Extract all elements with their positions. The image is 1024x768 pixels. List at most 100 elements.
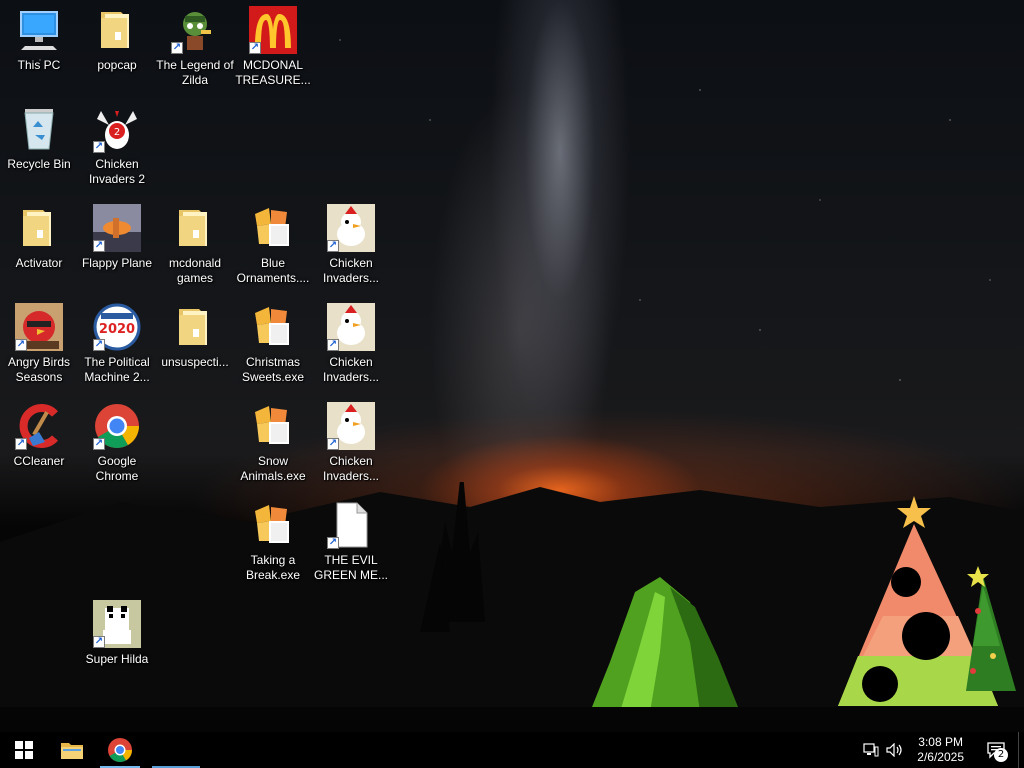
desktop-icon[interactable]: ↗ THE EVIL GREEN ME... (312, 501, 390, 583)
chicken-invaders-icon: ↗ (327, 204, 375, 252)
chrome-icon: ↗ (93, 402, 141, 450)
desktop-icon-label: Chicken Invaders... (322, 355, 380, 384)
shortcut-arrow-icon: ↗ (327, 438, 339, 450)
recycle-bin-icon (15, 105, 63, 153)
taskbar-file-explorer[interactable] (48, 732, 96, 768)
desktop-icon[interactable]: Christmas Sweets.exe (234, 303, 312, 385)
desktop-icon-label: unsuspecti... (161, 355, 229, 369)
shortcut-arrow-icon: ↗ (93, 339, 105, 351)
desktop-icon-label: Snow Animals.exe (240, 454, 306, 483)
desktop-icon-label: mcdonald games (168, 256, 222, 285)
gift-exe-icon (249, 303, 297, 351)
desktop-icon[interactable]: Recycle Bin (0, 105, 78, 172)
desktop-icon-label: Chicken Invaders 2 (88, 157, 146, 186)
chrome-icon (108, 738, 132, 763)
network-icon[interactable] (859, 732, 883, 768)
shortcut-arrow-icon: ↗ (93, 240, 105, 252)
gift-exe-icon (249, 402, 297, 450)
desktop-icon[interactable]: popcap (78, 6, 156, 73)
super-hilda-icon: ↗ (93, 600, 141, 648)
desktop-icon-label: CCleaner (13, 454, 65, 468)
desktop-icon[interactable]: ↗ Chicken Invaders... (312, 303, 390, 385)
gift-exe-icon (249, 501, 297, 549)
desktop-icon-label: Super Hilda (85, 652, 149, 666)
chicken-invaders-2-icon: 2 ↗ (93, 105, 141, 153)
desktop-icon[interactable]: ↗ CCleaner (0, 402, 78, 469)
shortcut-arrow-icon: ↗ (327, 339, 339, 351)
shortcut-arrow-icon: ↗ (171, 42, 183, 54)
system-tray: 3:08 PM 2/6/2025 2 (859, 732, 1024, 768)
desktop-icon-label: The Legend of Zilda (156, 58, 234, 87)
shortcut-arrow-icon: ↗ (93, 141, 105, 153)
desktop-icon[interactable]: ↗ The Legend of Zilda (156, 6, 234, 88)
desktop-icon[interactable]: mcdonald games (156, 204, 234, 286)
desktop-icon[interactable]: Snow Animals.exe (234, 402, 312, 484)
shortcut-arrow-icon: ↗ (327, 537, 339, 549)
ccleaner-icon: ↗ (15, 402, 63, 450)
desktop-icon[interactable]: This PC (0, 6, 78, 73)
desktop-icon-label: popcap (97, 58, 137, 72)
chicken-invaders-icon: ↗ (327, 303, 375, 351)
blank-file-icon: ↗ (327, 501, 375, 549)
desktop-icon-label: THE EVIL GREEN ME... (313, 553, 388, 582)
desktop-icon-label: Activator (15, 256, 63, 270)
shortcut-arrow-icon: ↗ (93, 636, 105, 648)
desktop-icon-label: Blue Ornaments.... (236, 256, 310, 285)
desktop-icon[interactable]: 2 ↗ Chicken Invaders 2 (78, 105, 156, 187)
desktop-icon[interactable]: ↗ Super Hilda (78, 600, 156, 667)
desktop-icon[interactable]: ↗ Google Chrome (78, 402, 156, 484)
zilda-game-icon: ↗ (171, 6, 219, 54)
notification-count-badge: 2 (994, 748, 1008, 762)
desktop-icon[interactable]: Activator (0, 204, 78, 271)
desktop-icon-label: Christmas Sweets.exe (241, 355, 305, 384)
desktop-icon-label: Chicken Invaders... (322, 454, 380, 483)
show-desktop-button[interactable] (1018, 732, 1024, 768)
svg-text:2020: 2020 (99, 322, 135, 337)
start-button[interactable] (0, 732, 48, 768)
folder-icon (171, 204, 219, 252)
flappy-plane-icon: ↗ (93, 204, 141, 252)
chicken-invaders-icon: ↗ (327, 402, 375, 450)
mcdonalds-logo-icon: ↗ (249, 6, 297, 54)
desktop-icon-label: MCDONAL TREASURE... (235, 58, 311, 87)
desktop-icon[interactable]: ↗ Chicken Invaders... (312, 204, 390, 286)
shortcut-arrow-icon: ↗ (327, 240, 339, 252)
shortcut-arrow-icon: ↗ (15, 339, 27, 351)
shortcut-arrow-icon: ↗ (249, 42, 261, 54)
taskbar-clock[interactable]: 3:08 PM 2/6/2025 (907, 735, 974, 765)
christmas-tree-decoration (838, 496, 1016, 706)
desktop-icon-label: Taking a Break.exe (245, 553, 301, 582)
desktop-icon-label: Recycle Bin (7, 157, 71, 171)
shortcut-arrow-icon: ↗ (93, 438, 105, 450)
desktop-icon[interactable]: ↗ Chicken Invaders... (312, 402, 390, 484)
taskbar: 3:08 PM 2/6/2025 2 (0, 732, 1024, 768)
desktop-icon-label: The Political Machine 2... (84, 355, 150, 384)
desktop-icon-label: Google Chrome (95, 454, 139, 483)
desktop-icon[interactable]: Blue Ornaments.... (234, 204, 312, 286)
political-machine-icon: 2020 ↗ (93, 303, 141, 351)
desktop-icon[interactable]: ↗ MCDONAL TREASURE... (234, 6, 312, 88)
desktop-icon-label: Chicken Invaders... (322, 256, 380, 285)
svg-text:2: 2 (114, 127, 120, 138)
desktop-icon[interactable]: ↗ Angry Birds Seasons (0, 303, 78, 385)
shortcut-arrow-icon: ↗ (15, 438, 27, 450)
angry-birds-icon: ↗ (15, 303, 63, 351)
desktop-icon-label: This PC (17, 58, 61, 72)
folder-icon (171, 303, 219, 351)
folder-icon (93, 6, 141, 54)
folder-icon (61, 743, 83, 759)
desktop-icon[interactable]: unsuspecti... (156, 303, 234, 370)
desktop-icon-label: Angry Birds Seasons (7, 355, 71, 384)
taskbar-google-chrome[interactable] (96, 732, 144, 768)
gift-exe-icon (249, 204, 297, 252)
volume-icon[interactable] (883, 732, 907, 768)
desktop-icon[interactable]: ↗ Flappy Plane (78, 204, 156, 271)
clock-date: 2/6/2025 (917, 750, 964, 764)
windows-start-icon (15, 741, 33, 759)
computer-icon (15, 6, 63, 54)
action-center-button[interactable]: 2 (974, 732, 1018, 768)
desktop-icon-label: Flappy Plane (81, 256, 153, 270)
folder-icon (15, 204, 63, 252)
desktop-icon[interactable]: 2020 ↗ The Political Machine 2... (78, 303, 156, 385)
desktop-icon[interactable]: Taking a Break.exe (234, 501, 312, 583)
